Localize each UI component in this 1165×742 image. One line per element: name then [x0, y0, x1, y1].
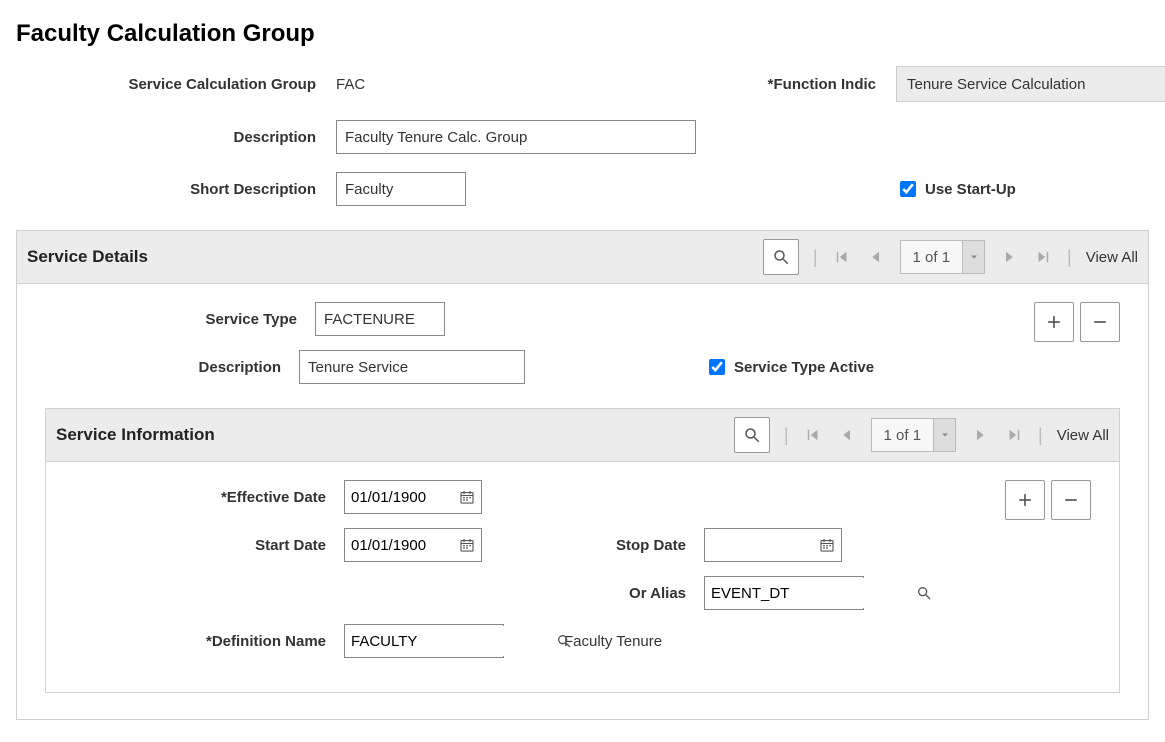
prev-page-button[interactable] [866, 248, 886, 266]
add-row-button[interactable] [1005, 480, 1045, 520]
last-icon [1005, 426, 1023, 444]
service-type-input[interactable] [315, 302, 445, 336]
service-type-active-label: Service Type Active [734, 359, 874, 376]
function-indic-select[interactable]: Tenure Service Calculation [896, 66, 1165, 102]
first-page-button[interactable] [832, 248, 852, 266]
start-date-input[interactable] [345, 530, 453, 560]
service-information-panel: Service Information | 1 of 1 | View All [45, 408, 1120, 693]
service-calc-group-value: FAC [336, 76, 696, 93]
search-icon [743, 426, 761, 444]
calendar-icon [818, 536, 836, 554]
paging-display[interactable]: 1 of 1 [900, 240, 986, 274]
plus-icon [1044, 312, 1064, 332]
service-type-label: Service Type [45, 311, 315, 328]
search-button[interactable] [734, 417, 770, 453]
next-page-button[interactable] [970, 426, 990, 444]
function-indic-label: *Function Indic [716, 76, 876, 93]
search-icon [556, 633, 572, 649]
prev-page-button[interactable] [837, 426, 857, 444]
short-description-label: Short Description [16, 181, 316, 198]
prev-icon [838, 426, 856, 444]
paging-text: 1 of 1 [901, 249, 963, 266]
calendar-button[interactable] [453, 481, 481, 513]
calendar-button[interactable] [453, 529, 481, 561]
last-icon [1034, 248, 1052, 266]
description-label: Description [16, 129, 316, 146]
paging-display[interactable]: 1 of 1 [871, 418, 957, 452]
stop-date-label: Stop Date [554, 537, 704, 554]
remove-row-button[interactable] [1080, 302, 1120, 342]
service-details-panel: Service Details | 1 of 1 | View All Serv… [16, 230, 1149, 720]
calendar-icon [458, 488, 476, 506]
definition-name-display: Faculty Tenure [564, 633, 662, 650]
plus-icon [1015, 490, 1035, 510]
separator: | [784, 425, 789, 446]
service-type-active-checkbox[interactable] [709, 359, 725, 375]
definition-name-field[interactable] [344, 624, 504, 658]
minus-icon [1090, 312, 1110, 332]
calendar-icon [458, 536, 476, 554]
sd-description-input[interactable] [299, 350, 525, 384]
search-icon [916, 585, 932, 601]
service-information-title: Service Information [56, 425, 215, 445]
stop-date-input[interactable] [705, 530, 813, 560]
start-date-label: Start Date [74, 537, 344, 554]
service-details-title: Service Details [27, 247, 148, 267]
first-page-button[interactable] [803, 426, 823, 444]
lookup-button[interactable] [916, 577, 932, 609]
next-page-button[interactable] [999, 248, 1019, 266]
view-all-link[interactable]: View All [1086, 249, 1138, 266]
chevron-down-icon [933, 419, 955, 451]
or-alias-label: Or Alias [554, 585, 704, 602]
use-startup-checkbox[interactable] [900, 181, 916, 197]
definition-name-label: *Definition Name [74, 633, 344, 650]
prev-icon [867, 248, 885, 266]
separator: | [1067, 247, 1072, 268]
remove-row-button[interactable] [1051, 480, 1091, 520]
top-form: Service Calculation Group FAC *Function … [16, 66, 1149, 206]
next-icon [971, 426, 989, 444]
definition-name-input[interactable] [345, 626, 556, 656]
use-startup-label: Use Start-Up [925, 181, 1016, 198]
service-information-header: Service Information | 1 of 1 | View All [46, 409, 1119, 462]
first-icon [804, 426, 822, 444]
service-calc-group-label: Service Calculation Group [16, 76, 316, 93]
chevron-down-icon [962, 241, 984, 273]
or-alias-field[interactable] [704, 576, 864, 610]
service-details-header: Service Details | 1 of 1 | View All [17, 231, 1148, 284]
search-button[interactable] [763, 239, 799, 275]
last-page-button[interactable] [1033, 248, 1053, 266]
effective-date-field[interactable] [344, 480, 482, 514]
search-icon [772, 248, 790, 266]
lookup-button[interactable] [556, 625, 572, 657]
minus-icon [1061, 490, 1081, 510]
next-icon [1000, 248, 1018, 266]
view-all-link[interactable]: View All [1057, 427, 1109, 444]
last-page-button[interactable] [1004, 426, 1024, 444]
separator: | [1038, 425, 1043, 446]
or-alias-input[interactable] [705, 578, 916, 608]
description-input[interactable] [336, 120, 696, 154]
first-icon [833, 248, 851, 266]
short-description-input[interactable] [336, 172, 466, 206]
start-date-field[interactable] [344, 528, 482, 562]
effective-date-label: *Effective Date [74, 489, 344, 506]
stop-date-field[interactable] [704, 528, 842, 562]
effective-date-input[interactable] [345, 482, 453, 512]
separator: | [813, 247, 818, 268]
page-title: Faculty Calculation Group [16, 20, 1149, 48]
paging-text: 1 of 1 [872, 427, 934, 444]
sd-description-label: Description [45, 359, 299, 376]
calendar-button[interactable] [813, 529, 841, 561]
add-row-button[interactable] [1034, 302, 1074, 342]
